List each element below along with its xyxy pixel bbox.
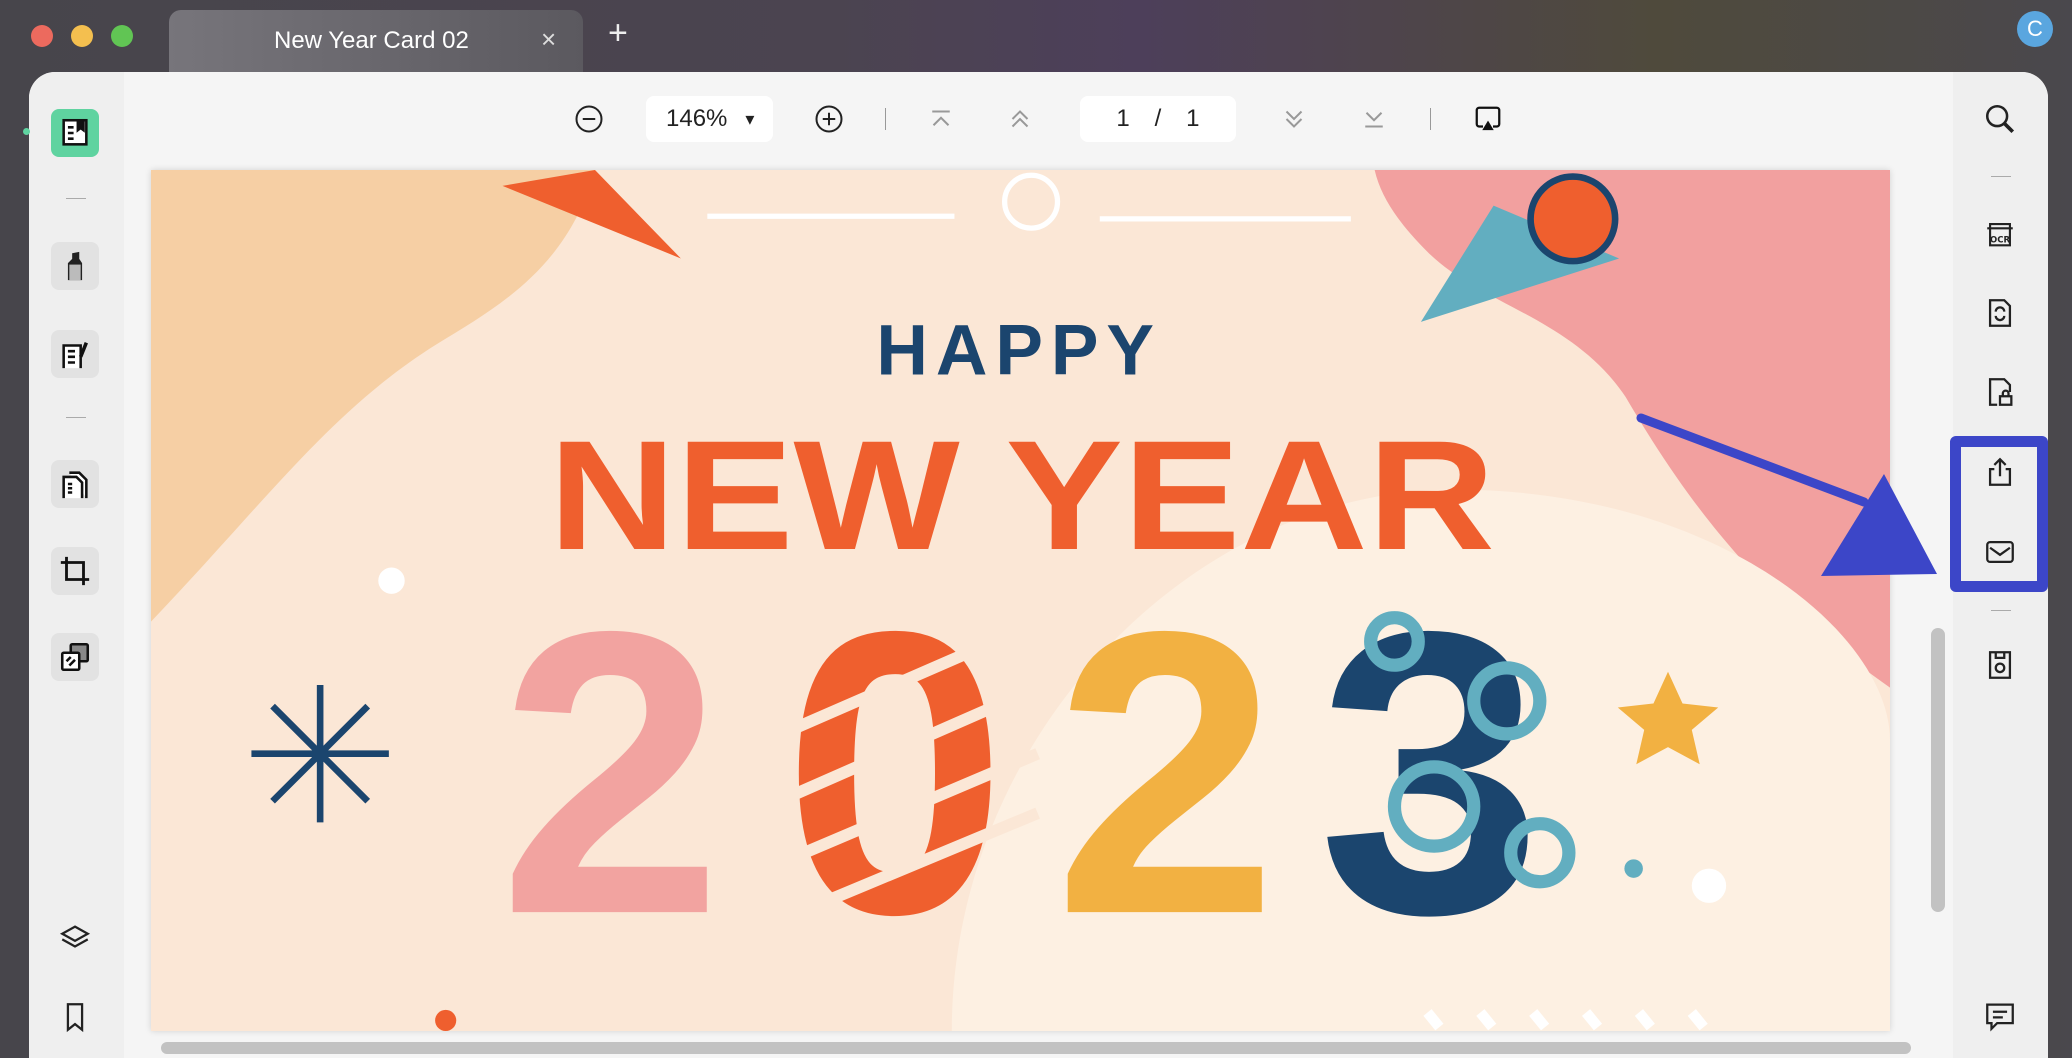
highlighter-icon xyxy=(67,251,83,281)
save-button[interactable] xyxy=(1976,641,2024,689)
edit-pdf-icon xyxy=(62,342,88,369)
minimize-window-button[interactable] xyxy=(71,25,93,47)
tab-new-year-card[interactable]: New Year Card 02 × xyxy=(169,10,583,72)
edit-pdf-button[interactable] xyxy=(51,330,99,378)
comment-icon xyxy=(1986,1003,2014,1032)
zoom-out-button[interactable] xyxy=(574,104,604,134)
convert-icon xyxy=(1988,299,2012,327)
slideshow-icon xyxy=(1475,106,1501,131)
bookmark-button[interactable] xyxy=(51,993,99,1041)
document-viewport: HAPPY NEW YEAR 2 0 2 3 xyxy=(151,170,1890,1031)
year-digit: 2 xyxy=(499,548,723,998)
page-number-field[interactable]: 1 / 1 xyxy=(1080,96,1236,142)
divider xyxy=(1430,108,1431,130)
previous-page-button[interactable] xyxy=(1005,104,1035,134)
reader-button[interactable] xyxy=(51,109,99,157)
layers-icon xyxy=(59,925,91,948)
first-page-icon xyxy=(932,110,950,126)
right-sidebar: OCR xyxy=(1950,72,2048,1058)
chevron-down-icon: ▾ xyxy=(745,109,755,129)
divider xyxy=(885,108,886,130)
email-button[interactable] xyxy=(1976,528,2024,576)
search-icon xyxy=(1985,104,2015,134)
new-tab-button[interactable]: + xyxy=(608,14,628,52)
present-button[interactable] xyxy=(1473,104,1503,134)
next-page-button[interactable] xyxy=(1279,104,1309,134)
organize-pages-icon xyxy=(62,471,88,499)
zoom-out-icon xyxy=(575,105,603,133)
search-button[interactable] xyxy=(1976,95,2024,143)
ocr-icon: OCR xyxy=(1987,223,2013,247)
active-indicator xyxy=(23,128,30,135)
teal-dot xyxy=(1624,859,1643,878)
year-digit: 2 xyxy=(1054,548,1278,998)
share-icon xyxy=(1988,457,2012,486)
left-sidebar xyxy=(23,72,124,1058)
ocr-button[interactable]: OCR xyxy=(1976,210,2024,258)
year-digit: 0 xyxy=(783,548,1007,998)
app-window: 146% ▾ 1 / 1 HAPPY NEW YEAR 2 0 2 3 OCR xyxy=(23,72,2048,1058)
horizontal-scrollbar[interactable] xyxy=(161,1042,1911,1054)
tab-close-icon[interactable]: × xyxy=(541,24,556,54)
total-pages: 1 xyxy=(1186,105,1200,132)
divider xyxy=(1991,176,2011,177)
last-page-button[interactable] xyxy=(1359,104,1389,134)
zoom-in-button[interactable] xyxy=(814,104,844,134)
crop-button[interactable] xyxy=(51,547,99,595)
reader-icon xyxy=(62,118,88,146)
bookmark-icon xyxy=(66,1003,84,1033)
save-icon xyxy=(1988,651,2012,679)
protect-button[interactable] xyxy=(1976,368,2024,416)
chevrons-up-icon xyxy=(1011,110,1029,128)
divider xyxy=(66,198,86,199)
convert-button[interactable] xyxy=(1976,289,2024,337)
new-year-card: HAPPY NEW YEAR 2 0 2 3 xyxy=(151,170,1890,1031)
white-dot xyxy=(1691,868,1727,903)
batch-icon xyxy=(60,642,90,672)
first-page-button[interactable] xyxy=(926,104,956,134)
divider xyxy=(66,417,86,418)
layers-button[interactable] xyxy=(51,914,99,962)
crop-icon xyxy=(60,556,90,586)
email-icon xyxy=(1986,540,2014,564)
orange-dot xyxy=(435,1009,457,1031)
white-dot xyxy=(378,567,405,594)
zoom-in-icon xyxy=(815,105,843,133)
highlight-button[interactable] xyxy=(51,242,99,290)
zoom-level-value: 146% xyxy=(666,105,728,132)
vertical-scrollbar[interactable] xyxy=(1931,628,1945,912)
account-avatar[interactable]: C xyxy=(2017,11,2053,47)
current-page[interactable]: 1 xyxy=(1116,105,1129,133)
last-page-icon xyxy=(1365,112,1383,128)
zoom-window-button[interactable] xyxy=(111,25,133,47)
batch-button[interactable] xyxy=(51,633,99,681)
divider xyxy=(1991,610,2011,611)
annotation-arrow xyxy=(1636,413,1937,576)
chevrons-down-icon xyxy=(1285,110,1303,128)
ocr-label: OCR xyxy=(1990,236,2010,246)
ornament xyxy=(1527,173,1619,265)
happy-text: HAPPY xyxy=(876,311,1161,391)
tab-title: New Year Card 02 xyxy=(274,27,469,54)
close-window-button[interactable] xyxy=(31,25,53,47)
comment-button[interactable] xyxy=(1976,992,2024,1040)
protect-icon xyxy=(1988,378,2013,406)
organize-pages-button[interactable] xyxy=(51,460,99,508)
page-separator: / xyxy=(1154,105,1162,132)
zoom-level-select[interactable]: 146% ▾ xyxy=(646,96,773,142)
share-button[interactable] xyxy=(1976,448,2024,496)
